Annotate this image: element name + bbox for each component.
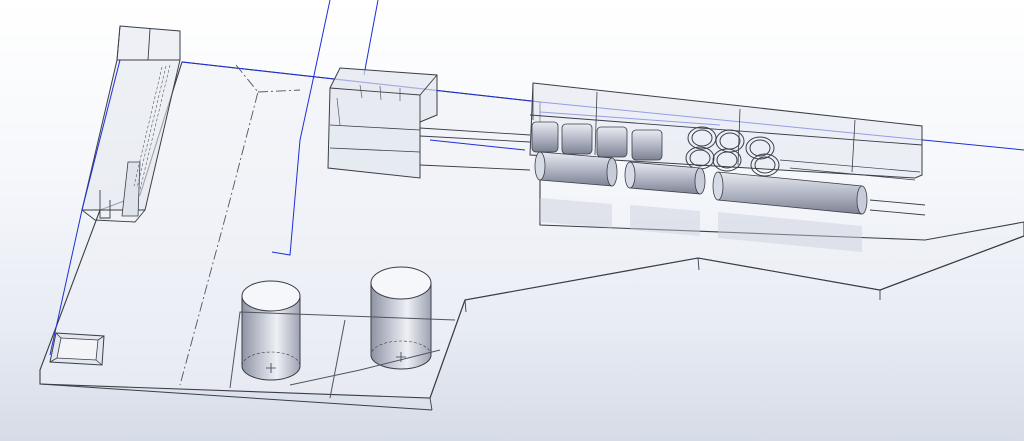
storage-tank-1[interactable] xyxy=(241,280,301,381)
cad-3d-viewport[interactable] xyxy=(0,0,1024,441)
small-pit-box[interactable] xyxy=(49,332,105,366)
model-graphics-area[interactable] xyxy=(0,0,1024,441)
